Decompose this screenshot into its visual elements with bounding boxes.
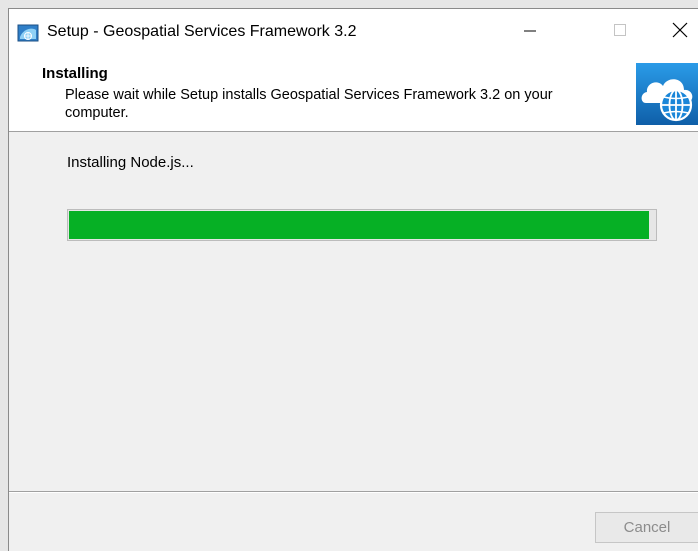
title-bar[interactable]: Setup - Geospatial Services Framework 3.… [9,9,698,55]
install-status-text: Installing Node.js... [67,154,194,171]
cancel-button[interactable]: Cancel [595,512,698,543]
cloud-globe-icon [636,63,698,125]
wizard-header: Installing Please wait while Setup insta… [9,55,698,132]
close-button[interactable] [657,9,698,55]
footer-divider [9,491,698,493]
setup-window: Setup - Geospatial Services Framework 3.… [8,8,698,551]
setup-app-icon [17,23,39,43]
minimize-button[interactable] [507,9,553,55]
install-progress-fill [69,211,649,239]
page-description: Please wait while Setup installs Geospat… [65,87,553,121]
minimize-icon [523,23,537,42]
close-icon [672,22,688,43]
maximize-button[interactable] [597,9,643,55]
maximize-icon [613,23,627,42]
window-title: Setup - Geospatial Services Framework 3.… [47,23,357,40]
install-progress-bar [67,209,657,241]
page-title: Installing [42,65,108,82]
